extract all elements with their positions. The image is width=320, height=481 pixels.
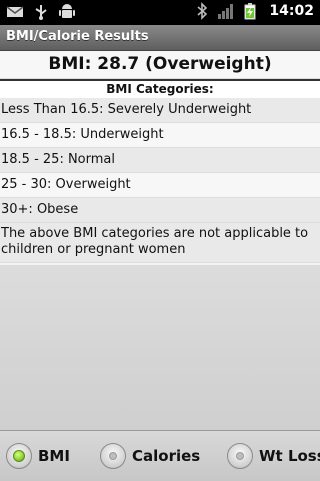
android-debug-icon [58, 3, 76, 21]
category-row: Less Than 16.5: Severely Underweight [0, 98, 320, 123]
bluetooth-icon [193, 2, 211, 20]
category-row: 18.5 - 25: Normal [0, 148, 320, 173]
categories-note: The above BMI categories are not applica… [0, 223, 320, 263]
tab-wt-loss[interactable]: Wt Loss [227, 441, 320, 471]
title-bar: BMI/Calorie Results [0, 25, 320, 51]
tab-label: Wt Loss [259, 447, 320, 465]
mail-icon [6, 3, 24, 21]
tab-bmi[interactable]: BMI [6, 441, 70, 471]
radio-button[interactable] [227, 443, 253, 469]
categories-list: Less Than 16.5: Severely Underweight 16.… [0, 98, 320, 263]
radio-button-selected[interactable] [6, 443, 32, 469]
radio-button[interactable] [100, 443, 126, 469]
category-row: 30+: Obese [0, 198, 320, 223]
bmi-result: BMI: 28.7 (Overweight) [0, 51, 320, 79]
tab-calories[interactable]: Calories [100, 441, 200, 471]
tab-label: BMI [38, 447, 70, 465]
clock: 14:02 [269, 3, 314, 19]
usb-icon [32, 3, 50, 21]
battery-charging-icon [241, 2, 259, 20]
signal-icon [217, 2, 235, 20]
app-title: BMI/Calorie Results [6, 29, 149, 44]
category-row: 16.5 - 18.5: Underweight [0, 123, 320, 148]
empty-content-area [0, 265, 320, 430]
bottom-tab-bar: BMI Calories Wt Loss [0, 430, 320, 481]
tab-label: Calories [132, 447, 201, 465]
categories-header: BMI Categories: [0, 79, 320, 100]
category-row: 25 - 30: Overweight [0, 173, 320, 198]
status-bar: 14:02 [0, 0, 320, 25]
